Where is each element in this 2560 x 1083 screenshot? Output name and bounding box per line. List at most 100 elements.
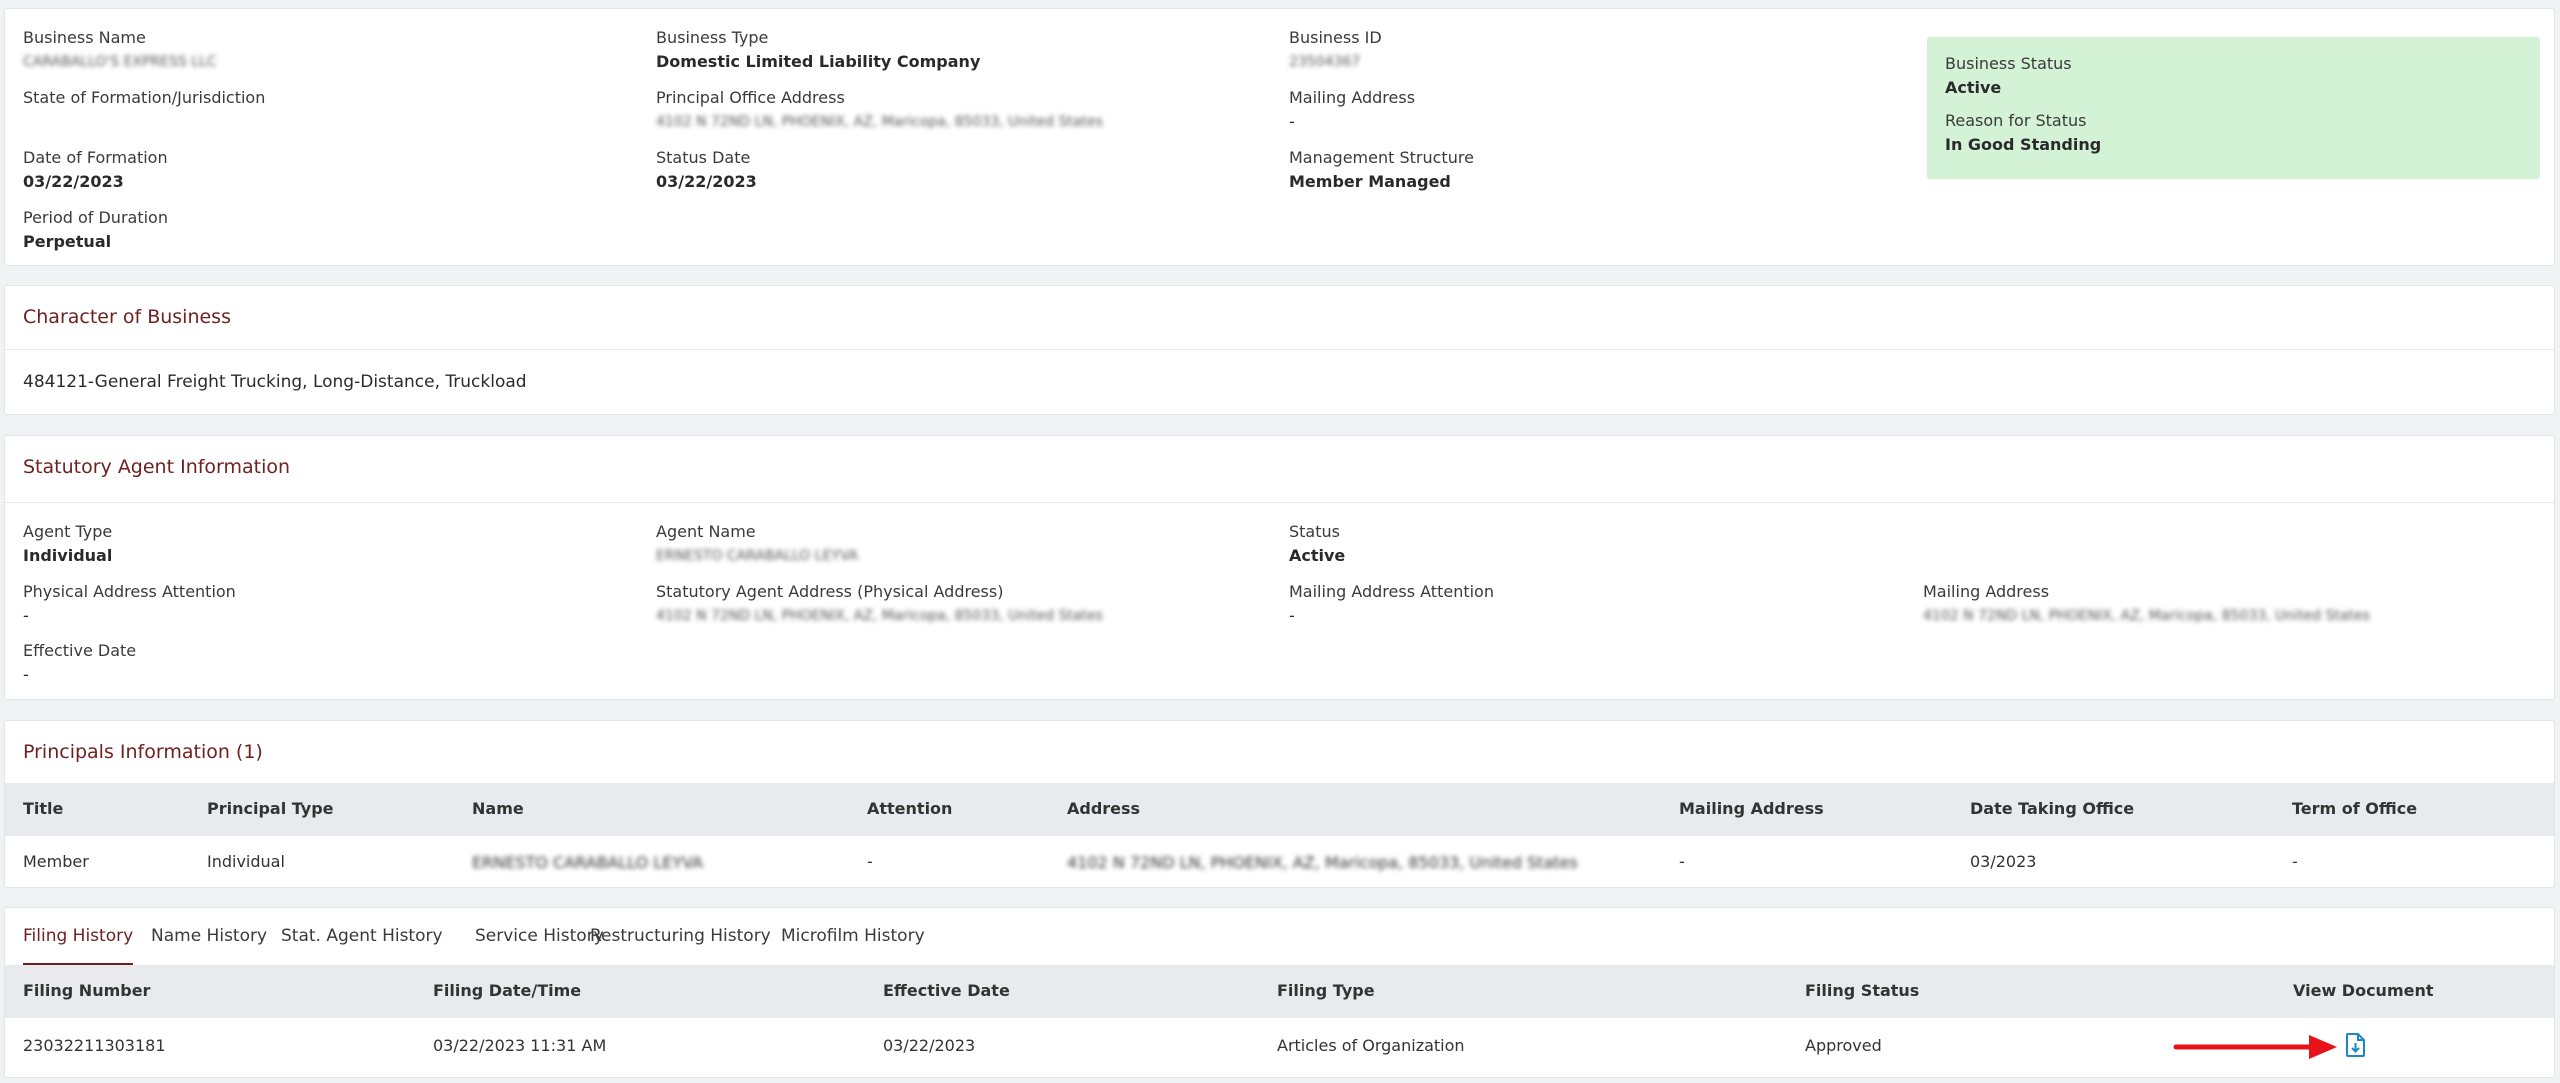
agent-status-value: Active [1289,546,1346,565]
effective-date-field: Effective Date - [23,641,136,685]
filing-header-effective: Effective Date [883,981,1010,1000]
principal-name-cell: ERNESTO CARABALLO LEYVA [472,853,703,872]
mailing-address-value: - [1289,112,1295,131]
filing-type-cell: Articles of Organization [1277,1036,1465,1055]
formation-date-label: Date of Formation [23,148,168,167]
principals-header-name: Name [472,799,524,818]
agent-type-label: Agent Type [23,522,113,541]
filing-status-cell: Approved [1805,1036,1882,1055]
physical-attention-label: Physical Address Attention [23,582,236,601]
document-download-icon[interactable] [2345,1032,2367,1058]
tab-microfilm-history[interactable]: Microfilm History [781,926,925,946]
duration-field: Period of Duration Perpetual [23,208,168,252]
agent-physical-address-value: 4102 N 72ND LN, PHOENIX, AZ, Maricopa, 8… [656,608,1103,624]
management-structure-field: Management Structure Member Managed [1289,148,1474,192]
divider [5,349,2554,350]
statutory-agent-card: Statutory Agent Information Agent Type I… [4,435,2555,700]
filing-header-number: Filing Number [23,981,151,1000]
tab-stat-agent-history[interactable]: Stat. Agent History [281,926,443,946]
business-type-value: Domestic Limited Liability Company [656,52,981,71]
business-id-value: 23504367 [1289,54,1361,70]
agent-name-value: ERNESTO CARABALLO LEYVA [656,548,859,564]
business-name-label: Business Name [23,28,146,47]
principal-office-label: Principal Office Address [656,88,845,107]
filing-header-view-document: View Document [2293,981,2434,1000]
agent-name-field: Agent Name ERNESTO CARABALLO LEYVA [656,522,858,566]
principals-header-address: Address [1067,799,1141,818]
principals-header-title: Title [23,799,64,818]
reason-for-status-value: In Good Standing [1945,135,2102,154]
agent-name-label: Agent Name [656,522,756,541]
table-row: 23032211303181 03/22/2023 11:31 AM 03/22… [5,1018,2554,1076]
agent-physical-address-field: Statutory Agent Address (Physical Addres… [656,582,1103,626]
filing-table-header: Filing Number Filing Date/Time Effective… [5,965,2554,1018]
physical-attention-field: Physical Address Attention - [23,582,236,626]
principals-title: Principals Information (1) [23,741,263,763]
state-of-formation-label: State of Formation/Jurisdiction [23,88,266,107]
agent-status-field: Status Active [1289,522,1345,566]
mailing-address-label: Mailing Address [1289,88,1416,107]
status-date-value: 03/22/2023 [656,172,757,191]
history-tabs: Filing History Name History Stat. Agent … [5,908,2554,966]
duration-label: Period of Duration [23,208,168,227]
annotation-arrow [2173,1035,2337,1059]
principal-term-cell: - [2292,852,2298,871]
principal-title-cell: Member [23,852,89,871]
business-details-card: Business Name CARABALLO'S EXPRESS LLC Bu… [4,8,2555,266]
business-name-field: Business Name CARABALLO'S EXPRESS LLC [23,28,217,72]
history-card: Filing History Name History Stat. Agent … [4,907,2555,1078]
effective-date-value: - [23,665,29,684]
principals-header-attention: Attention [867,799,953,818]
tab-restructuring-history[interactable]: Restructuring History [590,926,771,946]
business-id-field: Business ID 23504367 [1289,28,1382,72]
filing-date-cell: 03/22/2023 11:31 AM [433,1036,607,1055]
principals-header-type: Principal Type [207,799,334,818]
agent-physical-address-label: Statutory Agent Address (Physical Addres… [656,582,1004,601]
principals-header-term: Term of Office [2292,799,2418,818]
divider [5,502,2554,503]
reason-for-status-label: Reason for Status [1945,111,2087,130]
business-name-value: CARABALLO'S EXPRESS LLC [23,54,217,70]
agent-status-label: Status [1289,522,1340,541]
duration-value: Perpetual [23,232,112,251]
business-status-value: Active [1945,78,2002,97]
principal-type-cell: Individual [207,852,285,871]
mailing-attention-label: Mailing Address Attention [1289,582,1494,601]
mailing-attention-value: - [1289,606,1295,625]
filing-effective-cell: 03/22/2023 [883,1036,976,1055]
filing-header-date: Filing Date/Time [433,981,582,1000]
tab-service-history[interactable]: Service History [475,926,604,946]
tab-name-history[interactable]: Name History [151,926,267,946]
mailing-address-field: Mailing Address - [1289,88,1415,132]
principal-mailing-cell: - [1679,852,1685,871]
principals-card: Principals Information (1) Title Princip… [4,720,2555,888]
principal-office-value: 4102 N 72ND LN, PHOENIX, AZ, Maricopa, 8… [656,114,1103,130]
formation-date-field: Date of Formation 03/22/2023 [23,148,168,192]
principal-date-office-cell: 03/2023 [1970,852,2037,871]
agent-type-value: Individual [23,546,113,565]
principals-header-date-office: Date Taking Office [1970,799,2135,818]
character-of-business-card: Character of Business 484121-General Fre… [4,285,2555,415]
management-structure-value: Member Managed [1289,172,1451,191]
character-of-business-title: Character of Business [23,306,231,328]
agent-mailing-address-field: Mailing Address 4102 N 72ND LN, PHOENIX,… [1923,582,2370,626]
effective-date-label: Effective Date [23,641,137,660]
physical-attention-value: - [23,606,29,625]
business-id-label: Business ID [1289,28,1382,47]
agent-mailing-address-label: Mailing Address [1923,582,2050,601]
principal-office-field: Principal Office Address 4102 N 72ND LN,… [656,88,1103,132]
agent-type-field: Agent Type Individual [23,522,112,566]
agent-mailing-address-value: 4102 N 72ND LN, PHOENIX, AZ, Maricopa, 8… [1923,608,2370,624]
tab-filing-history[interactable]: Filing History [23,926,133,946]
principal-address-cell: 4102 N 72ND LN, PHOENIX, AZ, Maricopa, 8… [1067,853,1578,872]
table-row: Member Individual ERNESTO CARABALLO LEYV… [5,836,2554,888]
principal-attention-cell: - [867,852,873,871]
business-type-field: Business Type Domestic Limited Liability… [656,28,980,72]
formation-date-value: 03/22/2023 [23,172,124,191]
business-status-box: Business Status Active Reason for Status… [1927,37,2540,179]
business-status-label: Business Status [1945,54,2072,73]
state-of-formation-field: State of Formation/Jurisdiction [23,88,265,108]
filing-header-type: Filing Type [1277,981,1375,1000]
status-date-field: Status Date 03/22/2023 [656,148,757,192]
filing-header-status: Filing Status [1805,981,1920,1000]
